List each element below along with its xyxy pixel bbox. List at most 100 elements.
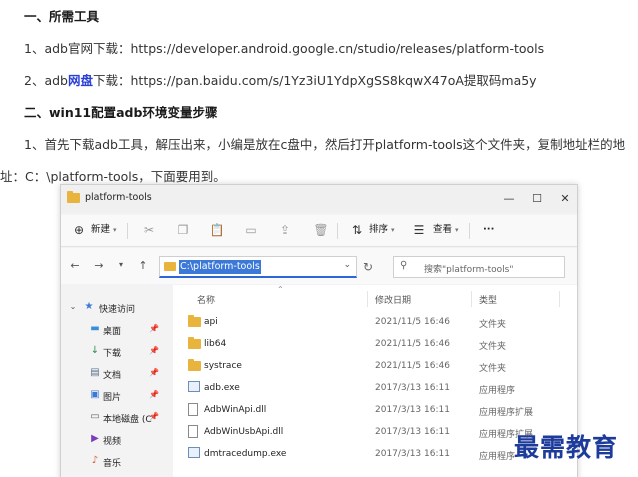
maximize-button[interactable]: ☐	[523, 190, 551, 208]
file-date: 2017/3/13 16:11	[375, 449, 450, 459]
folder-icon	[188, 315, 201, 327]
adb-official-download-line: 1、adb官网下载：https://developer.android.goog…	[24, 41, 545, 56]
sidebar-item-label: 视频	[103, 437, 122, 447]
close-button[interactable]: ✕	[551, 190, 577, 208]
folder-icon	[188, 359, 201, 371]
sort-button[interactable]: 排序	[369, 223, 388, 237]
sort-chevron-down-icon[interactable]: ▾	[391, 223, 395, 237]
sidebar-item-label: 图片	[103, 393, 122, 403]
back-arrow-icon[interactable]: ←	[67, 259, 83, 272]
line2-prefix: 2、adb	[24, 73, 68, 88]
document-icon: ▤	[90, 367, 100, 378]
music-icon: ♪	[91, 455, 99, 466]
column-divider[interactable]	[471, 291, 472, 307]
sidebar-item-label: 下载	[103, 349, 122, 359]
folder-icon	[164, 262, 176, 271]
search-placeholder[interactable]: 搜索"platform-tools"	[424, 262, 514, 275]
address-bar[interactable]: C:\platform-tools ⌄	[159, 256, 357, 278]
rename-icon[interactable]: ▭	[243, 222, 259, 238]
copy-icon[interactable]: ❐	[175, 222, 191, 238]
address-chevron-down-icon[interactable]: ⌄	[343, 260, 351, 270]
folder-icon	[188, 337, 201, 349]
file-date: 2021/11/5 16:46	[375, 361, 450, 371]
toolbar-divider	[127, 223, 128, 239]
file-name: adb.exe	[204, 383, 240, 393]
file-name: api	[204, 317, 218, 327]
sidebar-item-music[interactable]: ♪ 音乐	[61, 451, 169, 473]
desktop-icon: ▬	[90, 323, 100, 334]
file-row-api[interactable]: api 2021/11/5 16:46 文件夹	[173, 311, 577, 333]
toolbar-divider	[469, 223, 470, 239]
search-icon: ⚲	[400, 260, 408, 271]
forward-arrow-icon[interactable]: →	[91, 259, 107, 272]
file-name: lib64	[204, 339, 227, 349]
new-icon: ⊕	[73, 223, 85, 237]
file-row-adbwinapi-dll[interactable]: AdbWinApi.dll 2017/3/13 16:11 应用程序扩展	[173, 399, 577, 421]
sidebar-item-local-disk[interactable]: ▭ 本地磁盘 (C 📌	[61, 407, 169, 429]
navigation-bar: ← → ▾ ↑ C:\platform-tools ⌄ ↻ ⚲ 搜索"platf…	[61, 248, 577, 284]
file-row-lib64[interactable]: lib64 2021/11/5 16:46 文件夹	[173, 333, 577, 355]
file-date: 2017/3/13 16:11	[375, 383, 450, 393]
view-chevron-down-icon[interactable]: ▾	[455, 223, 459, 237]
picture-icon: ▣	[90, 389, 100, 400]
sidebar-item-quick-access[interactable]: ⌄ ★ 快速访问	[61, 297, 169, 319]
file-row-adb-exe[interactable]: adb.exe 2017/3/13 16:11 应用程序	[173, 377, 577, 399]
column-divider[interactable]	[367, 291, 368, 307]
refresh-icon[interactable]: ↻	[363, 260, 373, 274]
file-date: 2021/11/5 16:46	[375, 317, 450, 327]
chevron-down-icon[interactable]: ⌄	[67, 301, 79, 313]
column-header-type[interactable]: 类型	[479, 293, 497, 306]
cut-icon[interactable]: ✂	[141, 222, 157, 238]
adb-netdisk-download-line: 2、adb网盘下载：https://pan.baidu.com/s/1Yz3iU…	[24, 70, 537, 89]
recent-chevron-down-icon[interactable]: ▾	[113, 260, 129, 269]
sidebar-item-label: 音乐	[103, 459, 122, 469]
column-divider[interactable]	[559, 291, 560, 307]
window-title: platform-tools	[85, 192, 152, 203]
watermark-logo: 最需教育	[514, 433, 619, 462]
file-date: 2021/11/5 16:46	[375, 339, 450, 349]
sort-ascending-icon: ⌃	[277, 285, 284, 294]
sidebar-item-downloads[interactable]: ↓ 下载 📌	[61, 341, 169, 363]
file-explorer-window: platform-tools — ☐ ✕ ⊕ 新建 ▾ ✂ ❐ 📋 ▭ ⇪ 🗑 …	[60, 184, 578, 477]
file-name: AdbWinUsbApi.dll	[204, 427, 284, 437]
file-type: 文件夹	[479, 364, 507, 374]
sidebar-item-desktop[interactable]: ▬ 桌面 📌	[61, 319, 169, 341]
pin-icon: 📌	[149, 368, 159, 377]
command-bar: ⊕ 新建 ▾ ✂ ❐ 📋 ▭ ⇪ 🗑 ⇅ 排序 ▾ ☰ 查看 ▾ ···	[61, 215, 577, 247]
share-icon[interactable]: ⇪	[277, 222, 293, 238]
sidebar-item-pictures[interactable]: ▣ 图片 📌	[61, 385, 169, 407]
sidebar-item-label: 文档	[103, 371, 122, 381]
download-icon: ↓	[90, 345, 100, 356]
sidebar-item-videos[interactable]: ▶ 视频	[61, 429, 169, 451]
minimize-button[interactable]: —	[495, 190, 523, 208]
sidebar-item-documents[interactable]: ▤ 文档 📌	[61, 363, 169, 385]
pin-icon: 📌	[149, 324, 159, 333]
more-options-button[interactable]: ···	[483, 223, 494, 237]
up-arrow-icon[interactable]: ↑	[135, 259, 151, 272]
new-chevron-down-icon[interactable]: ▾	[113, 223, 117, 237]
file-type: 应用程序扩展	[479, 408, 534, 418]
paste-icon[interactable]: 📋	[209, 222, 225, 238]
star-icon: ★	[84, 301, 94, 312]
file-name: systrace	[204, 361, 242, 371]
delete-icon[interactable]: 🗑	[313, 222, 329, 238]
sidebar-item-label: 快速访问	[99, 305, 136, 315]
column-header-name[interactable]: 名称	[197, 293, 215, 306]
search-box[interactable]: ⚲ 搜索"platform-tools"	[393, 256, 565, 278]
file-date: 2017/3/13 16:11	[375, 427, 450, 437]
section-heading-tools: 一、所需工具	[24, 9, 100, 24]
toolbar-divider	[337, 223, 338, 239]
file-date: 2017/3/13 16:11	[375, 405, 450, 415]
sidebar-item-label: 桌面	[103, 327, 122, 337]
address-text[interactable]: C:\platform-tools	[179, 260, 261, 274]
section-heading-steps: 二、win11配置adb环境变量步骤	[24, 105, 218, 120]
new-button[interactable]: 新建	[91, 223, 110, 237]
column-header-modified[interactable]: 修改日期	[375, 293, 411, 306]
sort-icon: ⇅	[351, 223, 363, 237]
file-row-systrace[interactable]: systrace 2021/11/5 16:46 文件夹	[173, 355, 577, 377]
netdisk-link[interactable]: 网盘	[68, 73, 93, 88]
file-type: 文件夹	[479, 320, 507, 330]
view-button[interactable]: 查看	[433, 223, 452, 237]
sidebar-item-label: 本地磁盘 (C	[103, 415, 152, 425]
view-icon: ☰	[413, 223, 425, 237]
